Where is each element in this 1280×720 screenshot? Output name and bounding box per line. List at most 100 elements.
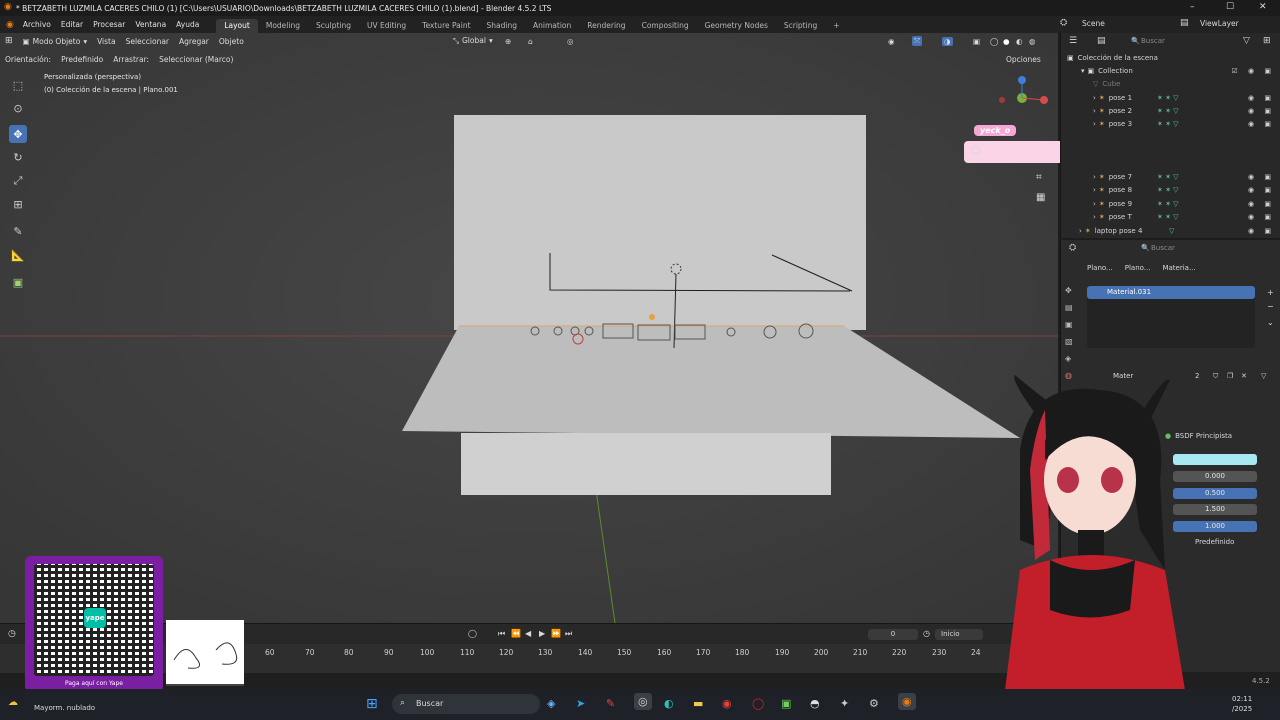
view-layer-icon[interactable]: ▤ xyxy=(1180,18,1189,28)
shading-material-icon[interactable]: ◐ xyxy=(1016,37,1023,46)
app-icon[interactable]: ✦ xyxy=(840,697,849,710)
jump-end-icon[interactable]: ⏭ xyxy=(565,629,572,639)
scene-icon[interactable]: ⛭ xyxy=(1060,18,1067,28)
opera-icon[interactable]: ◯ xyxy=(752,697,764,710)
snap-icon[interactable]: ⌂ xyxy=(528,37,533,46)
tab-layout[interactable]: Layout xyxy=(216,19,258,33)
tab-modeling[interactable]: Modeling xyxy=(258,19,308,33)
chrome-icon[interactable]: ◉ xyxy=(722,697,732,710)
material-slot-row[interactable]: Material.031 xyxy=(1087,286,1255,299)
minimize-icon[interactable]: – xyxy=(1190,2,1195,12)
ortho-toggle-icon[interactable]: ▦ xyxy=(1036,192,1045,203)
move-tool-icon[interactable]: ✥ xyxy=(9,125,27,143)
outliner-item-pose-t[interactable]: › ✶ pose T ✶ ✶ ▽ ◉ ▣ xyxy=(1061,210,1280,223)
tab-scripting[interactable]: Scripting xyxy=(776,19,825,33)
browse-icon[interactable]: ▽ xyxy=(1261,372,1266,380)
measure-tool-icon[interactable]: 📐 xyxy=(9,246,27,264)
visibility-toggles[interactable]: ◉ ▣ xyxy=(1248,200,1275,208)
properties-editor-icon[interactable]: ⛭ xyxy=(1069,243,1076,253)
outliner-item-pose-1[interactable]: › ✶ pose 1 ✶ ✶ ▽ ◉ ▣ xyxy=(1061,91,1280,104)
windows-start-icon[interactable]: ⊞ xyxy=(366,696,378,712)
expand-icon[interactable]: › xyxy=(1093,94,1096,102)
camera-view-icon[interactable]: ⌗ xyxy=(1036,172,1042,183)
cursor-tool-icon[interactable]: ⊙ xyxy=(9,99,27,117)
tab-geometry-nodes[interactable]: Geometry Nodes xyxy=(697,19,776,33)
visibility-toggles[interactable]: ◉ ▣ xyxy=(1248,120,1275,128)
jump-key-back-icon[interactable]: ⏪ xyxy=(511,629,521,638)
scale-tool-icon[interactable]: ⤢ xyxy=(9,172,27,190)
clock-date[interactable]: /2025 xyxy=(1232,705,1252,713)
clock-time[interactable]: 02:11 xyxy=(1232,695,1252,703)
properties-search-input[interactable]: Buscar xyxy=(1151,244,1175,252)
add-workspace-icon[interactable]: + xyxy=(825,19,847,33)
expand-icon[interactable]: › xyxy=(1093,120,1096,128)
editor-type-icon[interactable]: ⊞ xyxy=(0,36,18,46)
slot-menu-icon[interactable]: ⌄ xyxy=(1267,318,1274,327)
weather-text[interactable]: Mayorm. nublado xyxy=(34,704,95,712)
transform-tool-icon[interactable]: ⊞ xyxy=(9,195,27,213)
outliner-item-pose-7[interactable]: › ✶ pose 7 ✶ ✶ ▽ ◉ ▣ xyxy=(1061,170,1280,183)
maximize-icon[interactable]: ☐ xyxy=(1226,2,1234,12)
options-button[interactable]: Opciones xyxy=(1006,55,1041,64)
current-frame-field[interactable]: 0 xyxy=(868,629,918,640)
output-tab-icon[interactable]: ▣ xyxy=(1065,320,1081,329)
copilot-icon[interactable]: ◈ xyxy=(547,697,555,710)
shading-wireframe-icon[interactable]: ◯ xyxy=(990,37,998,46)
telegram-icon[interactable]: ➤ xyxy=(576,697,585,710)
filter-icon[interactable]: ▽ xyxy=(1243,36,1250,46)
tab-uv-editing[interactable]: UV Editing xyxy=(359,19,414,33)
xray-icon[interactable]: ▣ xyxy=(973,37,980,46)
close-icon[interactable]: ✕ xyxy=(1259,2,1267,12)
select-tool-icon[interactable]: ⬚ xyxy=(9,76,27,94)
expand-icon[interactable]: › xyxy=(1079,227,1082,235)
visibility-toggles[interactable]: ◉ ▣ xyxy=(1248,227,1275,235)
visibility-icon[interactable]: ◉ xyxy=(888,37,895,46)
tab-sculpting[interactable]: Sculpting xyxy=(308,19,359,33)
outliner-item-pose-2[interactable]: › ✶ pose 2 ✶ ✶ ▽ ◉ ▣ xyxy=(1061,104,1280,117)
rotate-tool-icon[interactable]: ↻ xyxy=(9,148,27,166)
menu-archivo[interactable]: Archivo xyxy=(18,20,56,29)
discord-icon[interactable]: ◓ xyxy=(810,697,820,710)
shading-solid-icon[interactable]: ● xyxy=(1003,37,1010,46)
unlink-icon[interactable]: ✕ xyxy=(1241,372,1247,380)
view-layer-tab-icon[interactable]: ▧ xyxy=(1065,337,1081,346)
tab-rendering[interactable]: Rendering xyxy=(579,19,633,33)
menu-ayuda[interactable]: Ayuda xyxy=(171,20,204,29)
menu-procesar[interactable]: Procesar xyxy=(88,20,130,29)
scene-tab-icon[interactable]: ◈ xyxy=(1065,354,1081,363)
file-explorer-icon[interactable]: ▬ xyxy=(693,697,703,710)
add-slot-icon[interactable]: + xyxy=(1267,288,1274,297)
menu-agregar[interactable]: Agregar xyxy=(174,37,214,46)
gizmo-toggle-icon[interactable]: ⤧ xyxy=(912,36,922,46)
3d-viewport[interactable] xyxy=(0,33,1058,623)
tab-animation[interactable]: Animation xyxy=(525,19,579,33)
pivot-icon[interactable]: ⊕ xyxy=(505,37,511,46)
settings-app-icon[interactable]: ⚙ xyxy=(869,697,879,710)
edge-icon[interactable]: ◐ xyxy=(664,697,674,710)
visibility-toggles[interactable]: ☑ ◉ ▣ xyxy=(1232,67,1275,75)
tool-tab-icon[interactable]: ✥ xyxy=(1065,286,1081,295)
tab-compositing[interactable]: Compositing xyxy=(634,19,697,33)
navigation-gizmo[interactable] xyxy=(996,72,1052,112)
keying-icon[interactable]: ◯ xyxy=(468,629,477,638)
outliner-item-pose-8[interactable]: › ✶ pose 8 ✶ ✶ ▽ ◉ ▣ xyxy=(1061,183,1280,196)
outliner-scene-collection[interactable]: ▣ Colección de la escena xyxy=(1061,51,1280,64)
tab-texture-paint[interactable]: Texture Paint xyxy=(414,19,478,33)
menu-editar[interactable]: Editar xyxy=(56,20,88,29)
render-tab-icon[interactable]: ▤ xyxy=(1065,303,1081,312)
transform-orientation[interactable]: ⤡ Global ▾ xyxy=(448,36,498,46)
scene-name[interactable]: Scene xyxy=(1082,19,1105,28)
menu-ventana[interactable]: Ventana xyxy=(130,20,171,29)
taskbar-search[interactable]: ⌕ Buscar xyxy=(392,694,540,714)
visibility-toggles[interactable]: ◉ ▣ xyxy=(1248,173,1275,181)
play-reverse-icon[interactable]: ◀ xyxy=(525,629,531,638)
new-collection-icon[interactable]: ⊞ xyxy=(1263,36,1271,46)
menu-seleccionar[interactable]: Seleccionar xyxy=(121,37,174,46)
overlay-toggle-icon[interactable]: ◑ xyxy=(942,36,953,46)
mode-select[interactable]: ▣ Modo Objeto ▾ xyxy=(18,37,93,46)
pen-app-icon[interactable]: ✎ xyxy=(606,697,615,710)
obs-app-icon[interactable]: ◎ xyxy=(634,693,652,710)
outliner-search-input[interactable]: Buscar xyxy=(1141,37,1165,45)
outliner-editor-icon[interactable]: ☰ xyxy=(1069,36,1077,46)
orientation-select[interactable]: Predefinido xyxy=(56,55,108,64)
